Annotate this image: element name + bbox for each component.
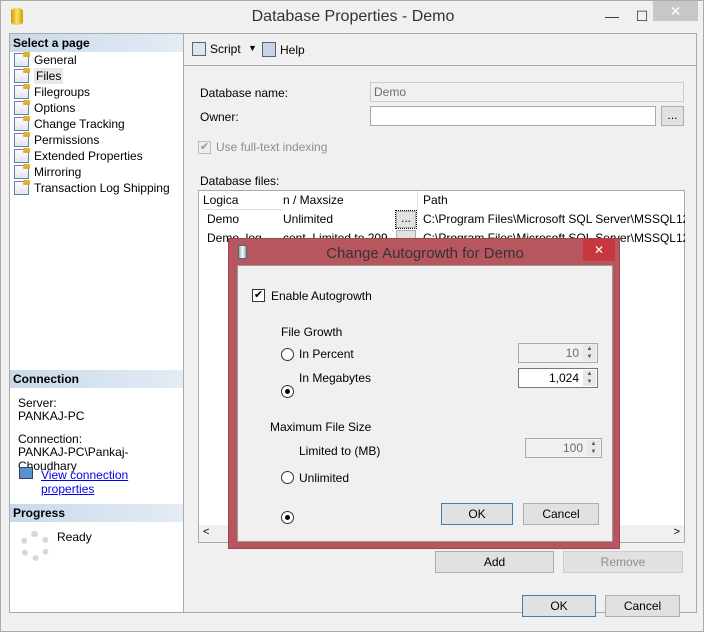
progress-header: Progress [10,504,183,522]
enable-autogrowth-label: Enable Autogrowth [271,289,372,303]
limited-to-label: Limited to (MB) [299,444,381,458]
view-connection-properties-link[interactable]: View connection properties [41,468,183,496]
scroll-right-icon[interactable]: > [674,526,680,538]
select-page-header: Select a page [10,34,183,52]
spin-down-icon[interactable]: ▼ [587,448,600,456]
limited-mb-spinbox[interactable]: 100 ▲ ▼ [525,438,602,458]
autogrowth-edit-button[interactable]: ... [395,210,417,229]
owner-field[interactable] [370,106,656,126]
toolbar: Script ▼ Help [184,34,697,66]
sidebar: Select a page General Files Filegroups O… [9,33,184,613]
minimize-button[interactable]: — [597,1,627,31]
spin-up-icon[interactable]: ▲ [583,345,596,353]
in-megabytes-label: In Megabytes [299,371,372,385]
file-growth-label: File Growth [281,325,343,339]
sidebar-item-files[interactable]: Files [14,68,64,84]
dialog-cancel-button[interactable]: Cancel [523,503,599,525]
sidebar-item-label: Files [34,68,64,84]
sidebar-item-label: Transaction Log Shipping [34,181,170,195]
server-value: PANKAJ-PC [18,409,85,423]
progress-status: Ready [57,530,92,544]
change-autogrowth-dialog: Change Autogrowth for Demo ✕ ✔ Enable Au… [228,238,620,549]
fulltext-label: Use full-text indexing [216,140,328,154]
script-icon [192,42,206,56]
megabytes-spinbox[interactable]: 1,024 ▲ ▼ [518,368,598,388]
ok-button[interactable]: OK [522,595,596,617]
unlimited-label: Unlimited [299,471,350,485]
help-button[interactable]: Help [262,42,305,57]
enable-autogrowth-checkbox[interactable]: ✔ [252,289,265,302]
sidebar-item-filegroups[interactable]: Filegroups [14,84,90,100]
page-icon [14,132,30,147]
script-dropdown-icon[interactable]: ▼ [248,43,257,53]
owner-label: Owner: [200,110,239,124]
sidebar-item-label: General [34,53,77,67]
database-name-label: Database name: [200,86,289,100]
sidebar-item-extended-properties[interactable]: Extended Properties [14,148,143,164]
sidebar-item-label: Mirroring [34,165,82,179]
connection-label: Connection: [18,432,83,446]
sidebar-item-mirroring[interactable]: Mirroring [14,164,81,180]
remove-button[interactable]: Remove [563,551,683,573]
sidebar-item-label: Permissions [34,133,100,147]
connection-header: Connection [10,370,183,388]
sidebar-item-label: Options [34,101,76,115]
dialog-ok-button[interactable]: OK [441,503,513,525]
column-header-autogrowth[interactable]: n / Maxsize [283,191,417,210]
spin-up-icon[interactable]: ▲ [583,370,596,378]
sidebar-item-change-tracking[interactable]: Change Tracking [14,116,125,132]
page-icon [14,164,30,179]
limited-value: 100 [562,441,583,455]
close-button[interactable]: ✕ [653,1,698,21]
scroll-left-icon[interactable]: < [203,526,209,538]
page-icon [14,180,30,195]
spin-down-icon[interactable]: ▼ [583,378,596,386]
file-logical-name: Demo [207,212,240,226]
server-label: Server: [18,396,57,410]
script-button[interactable]: Script [192,42,241,56]
sidebar-item-transaction-log-shipping[interactable]: Transaction Log Shipping [14,180,170,196]
connection-properties-icon [19,467,33,479]
help-icon [262,42,276,57]
percent-value: 10 [565,346,579,360]
fulltext-checkbox[interactable]: ✔ [198,141,211,154]
percent-spinbox[interactable]: 10 ▲ ▼ [518,343,598,363]
in-percent-radio[interactable] [281,348,294,361]
page-icon [14,68,30,83]
unlimited-radio[interactable] [281,511,294,524]
sidebar-item-label: Change Tracking [34,117,125,131]
in-percent-label: In Percent [299,347,354,361]
page-icon [14,84,30,99]
page-icon [14,100,30,115]
add-button[interactable]: Add [435,551,554,573]
cancel-button[interactable]: Cancel [605,595,680,617]
dialog-close-button[interactable]: ✕ [583,239,615,261]
help-label: Help [280,42,305,57]
progress-spinner-icon [20,531,50,561]
column-header-logical-name[interactable]: Logica [203,191,283,210]
database-files-label: Database files: [200,174,280,188]
spin-down-icon[interactable]: ▼ [583,353,596,361]
sidebar-item-options[interactable]: Options [14,100,75,116]
script-label: Script [210,42,241,56]
limited-to-radio[interactable] [281,471,294,484]
sidebar-item-label: Filegroups [34,85,91,99]
maximum-file-size-label: Maximum File Size [270,420,372,434]
file-autogrowth: Unlimited [283,212,334,226]
in-megabytes-radio[interactable] [281,385,294,398]
megabytes-value: 1,024 [548,371,579,385]
sidebar-item-label: Extended Properties [34,149,143,163]
database-name-field[interactable]: Demo [370,82,684,102]
spin-up-icon[interactable]: ▲ [587,440,600,448]
file-path: C:\Program Files\Microsoft SQL Server\MS… [423,212,685,226]
column-header-path[interactable]: Path [417,191,685,210]
dialog-body: ✔ Enable Autogrowth File Growth In Perce… [237,265,613,542]
sidebar-item-general[interactable]: General [14,52,77,68]
sidebar-item-permissions[interactable]: Permissions [14,132,99,148]
page-icon [14,148,30,163]
page-icon [14,52,30,67]
page-icon [14,116,30,131]
owner-browse-button[interactable]: ... [661,106,684,126]
